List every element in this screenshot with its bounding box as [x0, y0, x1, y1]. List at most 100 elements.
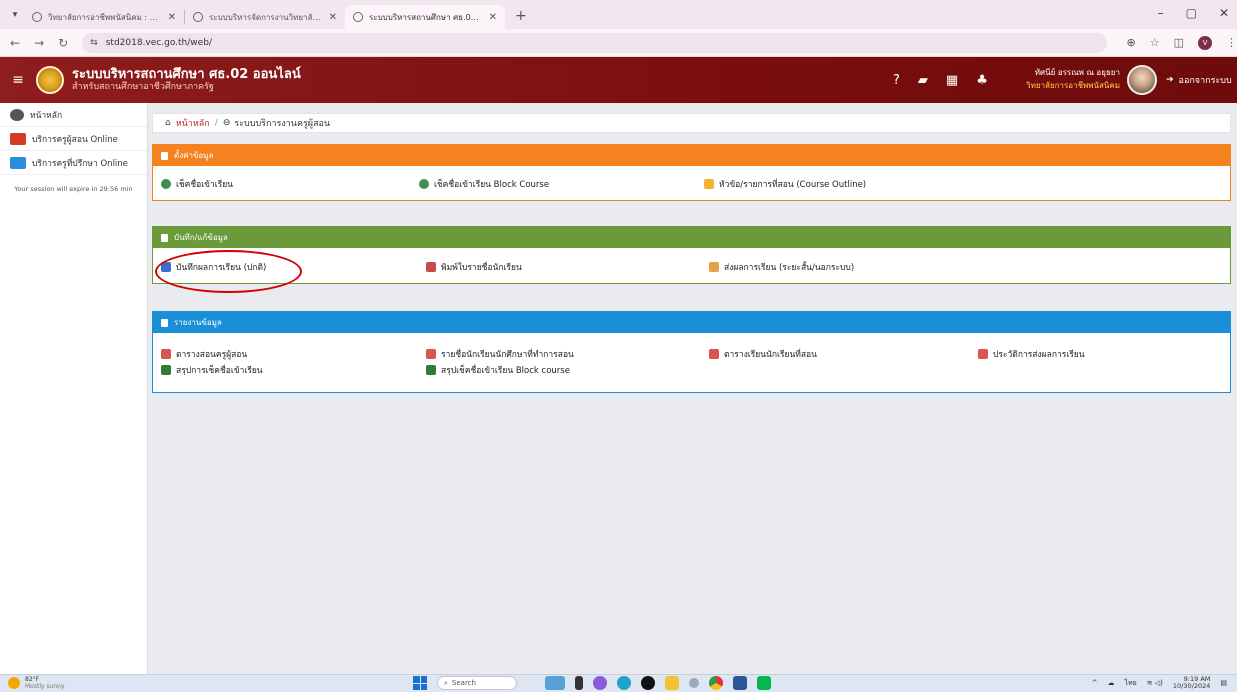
notification-bell-icon[interactable]: ♣	[976, 73, 988, 88]
forward-icon[interactable]: →	[34, 36, 44, 50]
link-label: ตารางสอนครูผู้สอน	[176, 350, 248, 360]
tray-chevron-up-icon[interactable]: ^	[1092, 679, 1098, 687]
user-check-icon	[419, 179, 429, 189]
back-icon[interactable]: ←	[10, 36, 20, 50]
notification-icon[interactable]: ▤	[1220, 679, 1227, 687]
line-icon[interactable]	[757, 676, 771, 690]
pdf-icon	[978, 349, 988, 359]
pdf-icon	[709, 349, 719, 359]
tiktok-icon[interactable]	[641, 676, 655, 690]
sidebar: หน้าหลัก บริการครูผู้สอน Online บริการคร…	[0, 103, 148, 674]
minimize-icon[interactable]: –	[1158, 6, 1164, 20]
new-tab-button[interactable]: +	[515, 8, 527, 24]
list-icon	[161, 151, 168, 160]
user-avatar[interactable]	[1127, 65, 1157, 95]
breadcrumb-home-link[interactable]: หน้าหลัก	[176, 116, 210, 130]
clock[interactable]: 9:19 AM 10/30/2024	[1173, 676, 1210, 690]
wifi-volume-icon[interactable]: ≋ ◁)	[1147, 679, 1163, 687]
header-icons: ? ▰ ▦ ♣	[893, 57, 988, 103]
dots-app-icon[interactable]	[689, 678, 699, 688]
record-grades-link[interactable]: บันทึกผลการเรียน (ปกติ)	[161, 260, 266, 274]
user-info[interactable]: ทัศนีย์ อรรณพ ณ อยุธยา วิทยาลัยการอาชีพพ…	[1000, 66, 1120, 92]
panel-title: ตั้งค่าข้อมูล	[174, 151, 214, 160]
sidebar-item-label: บริการครูผู้สอน Online	[32, 134, 118, 145]
grade-submission-history-link[interactable]: ประวัติการส่งผลการเรียน	[978, 347, 1085, 361]
panel-title: รายงานข้อมูล	[174, 318, 222, 327]
user-check-icon	[161, 179, 171, 189]
browser-tab-3-active[interactable]: ระบบบริหารสถานศึกษา ศธ.02 ออนไลน์ ✕	[345, 5, 505, 29]
bar-chart-icon	[161, 318, 168, 327]
user-organization: วิทยาลัยการอาชีพพนัสนิคม	[1026, 81, 1120, 90]
sidebar-item-teacher-service[interactable]: บริการครูผู้สอน Online	[0, 127, 147, 151]
check-attendance-block-link[interactable]: เช็คชื่อเข้าเรียน Block Course	[419, 177, 549, 191]
block-attendance-summary-link[interactable]: สรุปเช็คชื่อเข้าเรียน Block course	[426, 363, 570, 377]
profile-avatar-icon[interactable]: V	[1198, 35, 1212, 50]
breadcrumb: ⌂ หน้าหลัก / ⊖ ระบบบริการงานครูผู้สอน	[152, 113, 1231, 133]
weather-widget[interactable]: 82°F Mostly sunny	[8, 676, 65, 690]
calendar-icon[interactable]: ▦	[946, 73, 958, 88]
record-panel: บันทึก/แก้ข้อมูล บันทึกผลการเรียน (ปกติ)…	[152, 226, 1231, 284]
submit-grades-short-link[interactable]: ส่งผลการเรียน (ระยะสั้น/นอกระบบ)	[709, 260, 854, 274]
close-tab-icon[interactable]: ✕	[168, 12, 176, 23]
close-tab-icon[interactable]: ✕	[489, 12, 497, 23]
hamburger-menu-icon[interactable]: ≡	[0, 72, 36, 88]
language-indicator[interactable]: ไทย	[1124, 678, 1136, 689]
student-list-report-link[interactable]: รายชื่อนักเรียนนักศึกษาที่ทำการสอน	[426, 347, 574, 361]
link-label: สรุปเช็คชื่อเข้าเรียน Block course	[441, 366, 570, 376]
user-circle-icon: ⊖	[222, 118, 231, 128]
manual-book-icon[interactable]: ▰	[918, 73, 928, 88]
home-icon: ⌂	[165, 118, 171, 128]
check-attendance-link[interactable]: เช็คชื่อเข้าเรียน	[161, 177, 233, 191]
reload-icon[interactable]: ↻	[58, 36, 68, 50]
address-input[interactable]: ⇆ std2018.vec.go.th/web/	[82, 32, 1107, 53]
taskbar-apps: ⌕ Search	[413, 676, 771, 690]
edge-icon[interactable]	[617, 676, 631, 690]
help-icon[interactable]: ?	[893, 73, 900, 88]
print-student-list-link[interactable]: พิมพ์ใบรายชื่อนักเรียน	[426, 260, 522, 274]
close-window-icon[interactable]: ✕	[1219, 6, 1229, 20]
copilot-icon[interactable]	[593, 676, 607, 690]
windows-taskbar: 82°F Mostly sunny ⌕ Search ^ ☁ ไทย ≋ ◁) …	[0, 674, 1237, 692]
globe-icon	[193, 12, 203, 22]
link-label: บันทึกผลการเรียน (ปกติ)	[176, 263, 267, 273]
search-label: Search	[451, 679, 476, 687]
menu-kebab-icon[interactable]: ⋮	[1226, 36, 1237, 49]
excel-icon	[426, 365, 436, 375]
brand: ระบบบริหารสถานศึกษา ศธ.02 ออนไลน์ สำหรับ…	[72, 67, 301, 93]
sidebar-item-home[interactable]: หน้าหลัก	[0, 103, 147, 127]
folder-icon	[704, 179, 714, 189]
cloud-icon[interactable]: ☁	[1107, 679, 1114, 687]
extensions-icon[interactable]: ◫	[1174, 36, 1184, 49]
taskbar-search-input[interactable]: ⌕ Search	[437, 676, 517, 690]
translate-icon[interactable]: ⊕	[1127, 36, 1136, 49]
printer-icon	[426, 262, 436, 272]
logout-button[interactable]: ➔ ออกจากระบบ	[1166, 73, 1232, 87]
attendance-summary-link[interactable]: สรุปการเช็คชื่อเข้าเรียน	[161, 363, 263, 377]
settings-panel: ตั้งค่าข้อมูล เช็คชื่อเข้าเรียน เช็คชื่อ…	[152, 144, 1231, 201]
student-timetable-link[interactable]: ตารางเรียนนักเรียนที่สอน	[709, 347, 817, 361]
sidebar-item-label: หน้าหลัก	[30, 110, 63, 121]
report-panel-header: รายงานข้อมูล	[153, 312, 1230, 333]
maximize-icon[interactable]: ▢	[1186, 6, 1197, 20]
close-tab-icon[interactable]: ✕	[329, 12, 337, 23]
windows-start-icon[interactable]	[413, 676, 427, 690]
teacher-icon	[10, 132, 26, 145]
session-timer: Your session will expire in 29:56 min	[14, 185, 133, 193]
teaching-schedule-link[interactable]: ตารางสอนครูผู้สอน	[161, 347, 247, 361]
folder-app-icon[interactable]	[665, 676, 679, 690]
globe-icon	[32, 12, 42, 22]
document-icon	[709, 262, 719, 272]
browser-tab-1[interactable]: วิทยาลัยการอาชีพพนัสนิคม : Phanat ✕	[24, 5, 184, 29]
tab-search-chevron-icon[interactable]: ▾	[6, 4, 24, 26]
bookmark-star-icon[interactable]: ☆	[1150, 36, 1160, 49]
widgets-app-icon[interactable]	[545, 676, 565, 690]
site-info-icon[interactable]: ⇆	[90, 38, 98, 48]
chrome-icon[interactable]	[709, 676, 723, 690]
browser-tab-2[interactable]: ระบบบริหารจัดการงานวิทยาลัยการอาชีพ ✕	[185, 5, 345, 29]
word-icon[interactable]	[733, 676, 747, 690]
file-explorer-icon[interactable]	[575, 676, 583, 690]
settings-panel-header: ตั้งค่าข้อมูล	[153, 145, 1230, 166]
sidebar-item-advisor-service[interactable]: บริการครูที่ปรึกษา Online	[0, 151, 147, 175]
home-icon	[10, 108, 24, 121]
course-outline-link[interactable]: หัวข้อ/รายการที่สอน (Course Outline)	[704, 177, 866, 191]
